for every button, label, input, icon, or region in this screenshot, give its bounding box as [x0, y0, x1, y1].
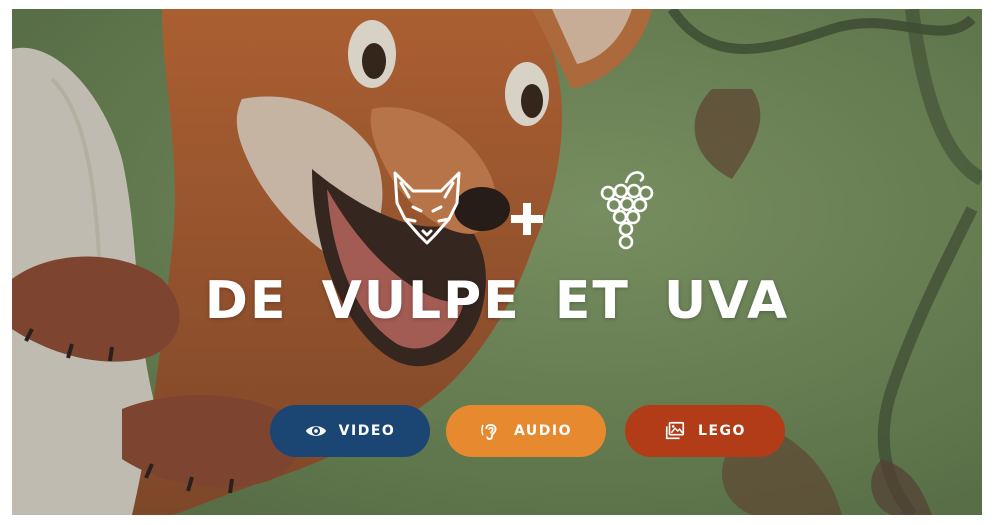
page-title: DE VULPE ET UVA	[204, 271, 790, 331]
fox-head-icon	[393, 171, 461, 245]
images-icon	[665, 421, 685, 440]
lego-button[interactable]: LEGO	[625, 405, 785, 457]
video-button[interactable]: VIDEO	[270, 405, 430, 457]
eye-icon	[305, 426, 326, 436]
plus-icon	[511, 203, 543, 235]
grapes-icon	[600, 171, 654, 250]
media-buttons: VIDEO AUDIO LEGO	[12, 405, 982, 457]
hero-banner: DE VULPE ET UVA VIDEO AUDIO LEGO	[12, 9, 982, 515]
audio-button-label: AUDIO	[513, 423, 572, 439]
audio-button[interactable]: AUDIO	[446, 405, 606, 457]
lego-button-label: LEGO	[698, 423, 746, 439]
video-button-label: VIDEO	[338, 423, 396, 439]
title-icons-row	[12, 169, 982, 250]
ear-icon	[481, 424, 497, 440]
